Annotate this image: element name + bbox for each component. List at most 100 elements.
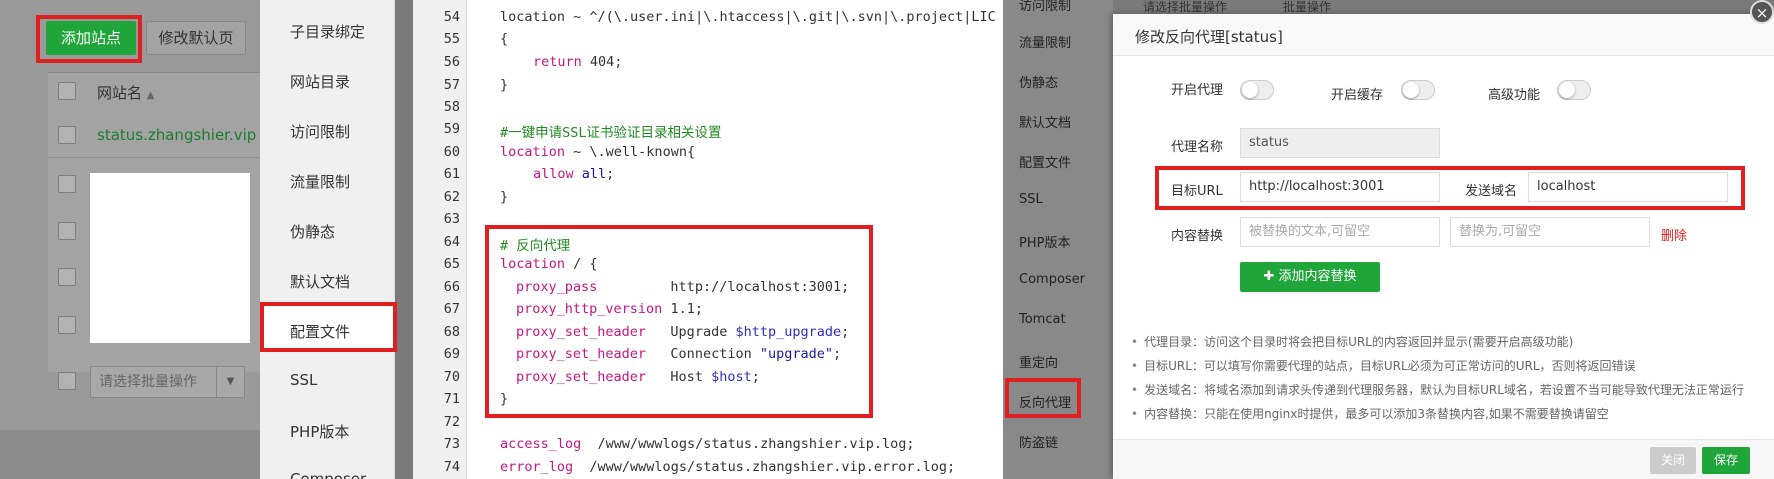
dim-menu-item[interactable]: 访问限制 [1019,0,1071,14]
menu-item-subdir-binding[interactable]: 子目录绑定 [290,21,365,42]
dim-menu-item[interactable]: PHP版本 [1019,232,1070,251]
dim-menu-item[interactable]: 伪静态 [1019,72,1058,91]
target-url-field[interactable]: http://localhost:3001 [1240,172,1440,202]
line-number: 54 [443,9,460,25]
enable-proxy-toggle[interactable] [1240,80,1274,100]
close-button[interactable]: 关闭 [1650,447,1696,474]
plus-icon: ✚ [1263,269,1275,284]
screen: 添加站点 修改默认页 网站名 ▲ status.zhangshier.vip 请… [0,0,1774,479]
row-checkbox[interactable] [58,222,76,240]
row-checkbox[interactable] [58,316,76,334]
code-token: ; [841,324,850,340]
advanced-label: 高级功能 [1488,88,1541,103]
menu-item-config-file[interactable]: 配置文件 [290,321,350,342]
site-link[interactable]: status.zhangshier.vip [97,126,256,144]
dim-menu-item[interactable]: 流量限制 [1019,32,1071,51]
code-token: location [500,256,566,272]
code-token: /www/wwwlogs/status.zhangshier.vip.error… [573,459,956,475]
line-number: 68 [443,324,460,340]
target-url-label: 目标URL [1171,184,1223,199]
tip-target-url: 目标URL：可以填写你需要代理的站点，目标URL必须为可正常访问的URL，否则将… [1131,357,1635,374]
code-token: ; [751,369,760,385]
dimmed-settings-menu: 访问限制 流量限制 伪静态 默认文档 配置文件 SSL PHP版本 Compos… [1003,0,1113,479]
dim-menu-item[interactable]: 防盗链 [1019,432,1058,451]
menu-item-access-limit[interactable]: 访问限制 [290,121,350,142]
menu-item-php-version[interactable]: PHP版本 [290,421,349,442]
bg-batch-select: 请选择批量操作 [1143,0,1228,14]
send-domain-field[interactable]: localhost [1528,172,1728,202]
add-content-replace-button[interactable]: ✚ 添加内容替换 [1240,262,1380,292]
add-site-button[interactable]: 添加站点 [46,21,136,55]
dialog-header: 修改反向代理[status] [1113,14,1774,56]
dialog-footer: 关闭 保存 [1113,439,1774,479]
line-number: 59 [443,121,460,137]
code-token: all [581,166,607,182]
code-token: return [533,54,582,70]
modify-default-page-button[interactable]: 修改默认页 [146,21,246,55]
dim-menu-item[interactable]: 默认文档 [1019,112,1071,131]
line-number: 57 [443,77,460,93]
dim-menu-item[interactable]: Composer [1019,272,1085,287]
enable-cache-toggle[interactable] [1401,80,1435,100]
line-number: 71 [443,391,460,407]
code-line: } [500,189,509,205]
menu-item-traffic-limit[interactable]: 流量限制 [290,171,350,192]
code-line: } [500,391,509,407]
dim-menu-item[interactable]: 重定向 [1019,352,1058,371]
tip-proxy-dir: 代理目录：访问这个目录时将会把目标URL的内容返回并显示(需要开启高级功能) [1131,333,1573,350]
config-editor[interactable]: 54 55 56 57 58 59 60 61 62 63 64 65 66 6… [413,0,1003,479]
code-line: proxy_pass http://localhost:3001; [516,279,849,295]
site-name-column-header[interactable]: 网站名 ▲ [97,82,155,103]
line-number: 70 [443,369,460,385]
delete-replace-link[interactable]: 删除 [1661,225,1687,244]
menu-item-site-dir[interactable]: 网站目录 [290,71,350,92]
batch-operation-select[interactable]: 请选择批量操作 ▼ [90,366,245,398]
site-list-panel: 添加站点 修改默认页 网站名 ▲ status.zhangshier.vip 请… [0,0,260,479]
code-line: return 404; [533,54,622,70]
code-line: proxy_set_header Connection "upgrade"; [516,346,841,362]
advanced-toggle[interactable] [1557,80,1591,100]
send-domain-label: 发送域名 [1465,184,1518,199]
line-number: 67 [443,301,460,317]
code-token: error_log [500,459,574,475]
code-token: / { [565,256,598,272]
menu-item-ssl[interactable]: SSL [290,371,317,389]
close-icon[interactable]: × [1750,0,1774,24]
reverse-proxy-dialog: 修改反向代理[status] 开启代理 开启缓存 高级功能 代理名称 statu… [1113,14,1774,479]
code-token: $http_upgrade [735,324,842,340]
row-checkbox[interactable] [58,175,76,193]
tip-send-domain: 发送域名：将域名添加到请求头传递到代理服务器，默认为目标URL域名，若设置不当可… [1131,381,1744,398]
code-line: location ~ ^/(\.user.ini|\.htaccess|\.gi… [500,9,996,25]
line-number: 64 [443,234,460,250]
batch-checkbox[interactable] [58,372,76,390]
code-token: http://localhost:3001; [597,279,850,295]
replace-from-input[interactable]: 被替换的文本,可留空 [1240,217,1440,247]
save-button[interactable]: 保存 [1702,447,1750,474]
dim-menu-item[interactable]: 配置文件 [1019,152,1071,171]
select-all-checkbox[interactable] [58,82,76,100]
dim-menu-item[interactable]: Tomcat [1019,312,1066,327]
row-checkbox[interactable] [58,126,76,144]
code-token: proxy_pass [516,279,598,295]
menu-item-reverse-proxy[interactable]: 反向代理 [1019,392,1071,411]
code-token: location [500,144,566,160]
line-number: 58 [443,99,460,115]
code-comment: #一键申请SSL证书验证目录相关设置 [500,125,722,141]
menu-item-composer[interactable]: Composer [290,470,366,479]
replace-to-input[interactable]: 替换为,可留空 [1450,217,1650,247]
line-number: 60 [443,144,460,160]
dim-menu-item[interactable]: SSL [1019,192,1043,207]
tip-content-replace: 内容替换：只能在使用nginx时提供，最多可以添加3条替换内容,如果不需要替换请… [1131,405,1609,422]
sort-asc-icon[interactable]: ▲ [147,90,155,101]
line-number: 69 [443,346,460,362]
code-line: } [500,77,509,93]
proxy-name-field[interactable]: status [1240,128,1440,158]
menu-item-rewrite[interactable]: 伪静态 [290,221,335,242]
row-checkbox[interactable] [58,268,76,286]
code-line: proxy_set_header Upgrade $http_upgrade; [516,324,849,340]
code-line: { [500,31,509,47]
menu-item-default-doc[interactable]: 默认文档 [290,271,350,292]
code-line: proxy_set_header Host $host; [516,369,760,385]
code-token: Upgrade [646,324,736,340]
code-token: ~ \.well-known{ [565,144,696,160]
